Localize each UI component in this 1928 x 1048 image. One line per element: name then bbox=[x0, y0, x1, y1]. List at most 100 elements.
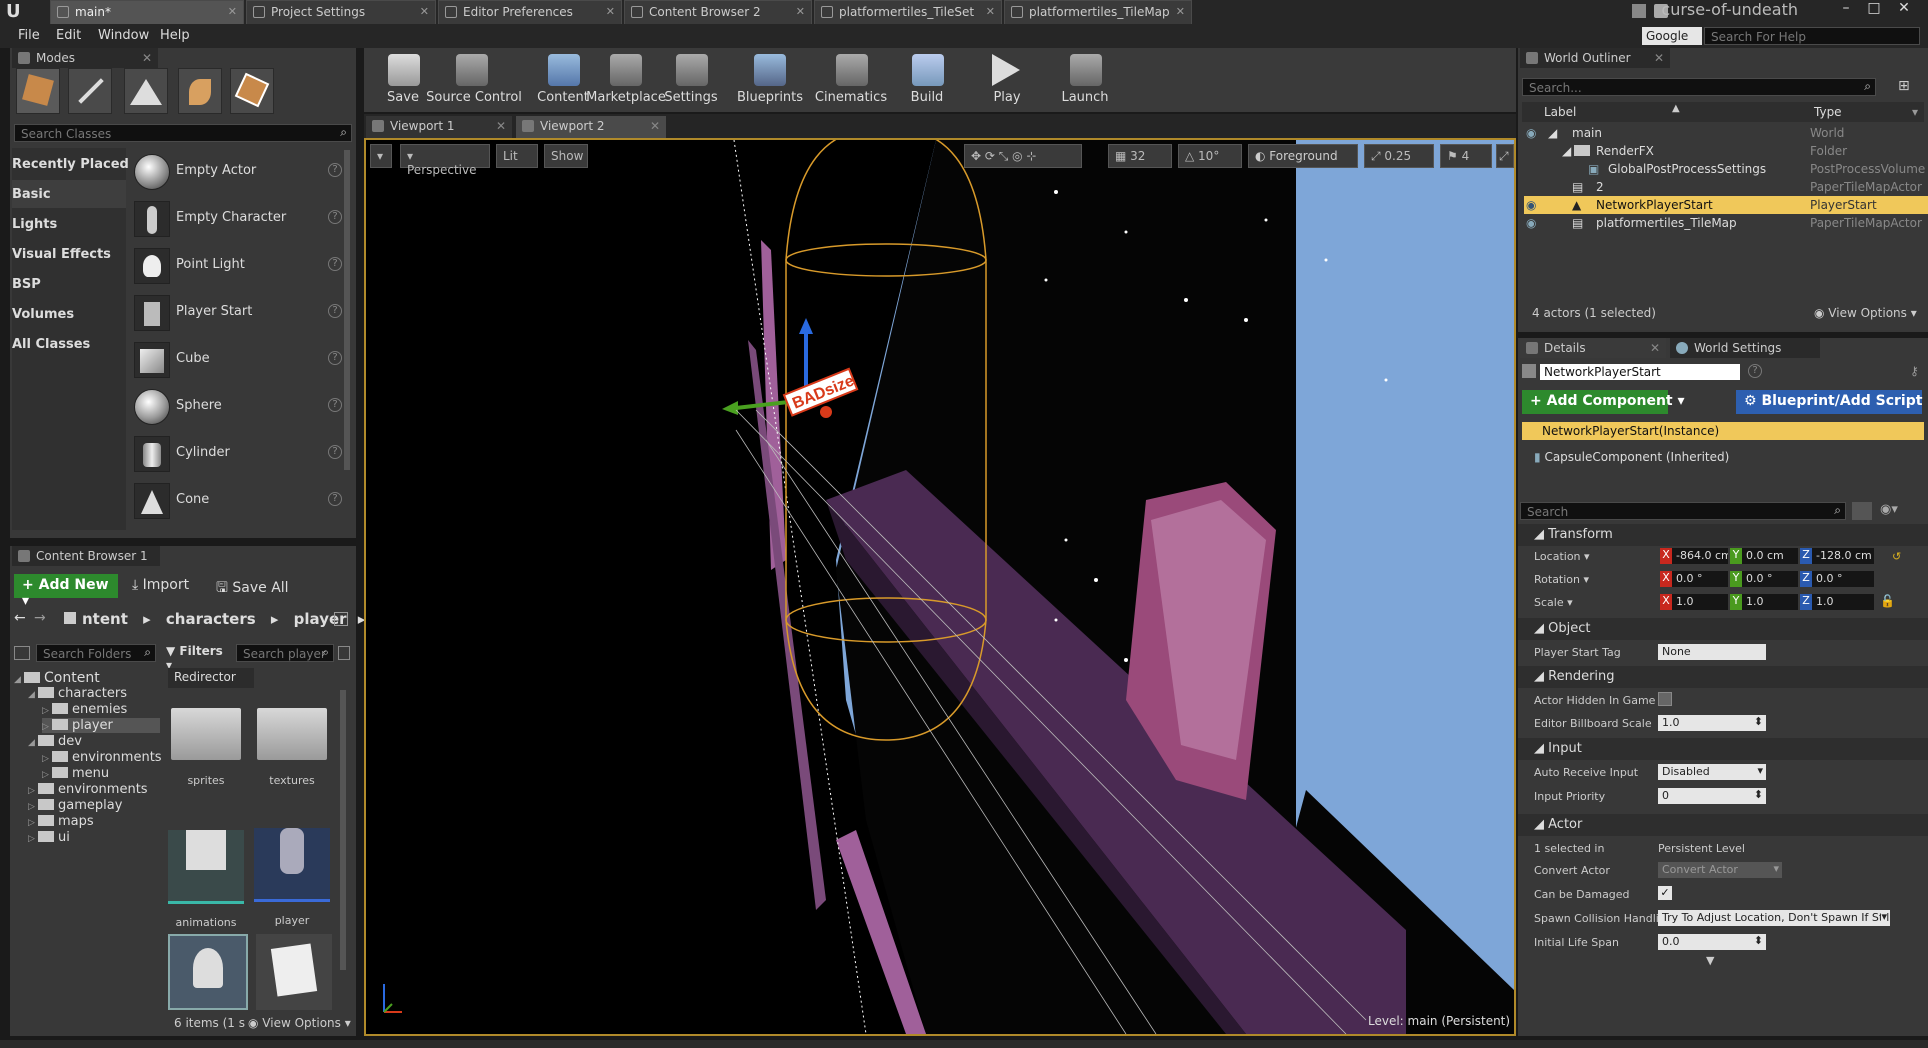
asset-search-input[interactable]: Search player ⌕ bbox=[236, 644, 334, 662]
section-rendering[interactable]: ◢ Rendering bbox=[1518, 666, 1928, 688]
save-search-icon[interactable] bbox=[338, 646, 350, 660]
menu-edit[interactable]: Edit bbox=[56, 28, 81, 43]
tree-folder-maps[interactable]: ▷ maps bbox=[28, 814, 160, 829]
outliner-row-tilemap[interactable]: ◉ ▤ platformertiles_TileMap PaperTileMapAct… bbox=[1524, 214, 1928, 232]
search-classes-input[interactable]: Search Classes ⌕ bbox=[14, 124, 352, 142]
maximize-icon[interactable]: □ bbox=[1862, 0, 1886, 20]
advanced-expand-icon[interactable]: ▼ bbox=[1706, 954, 1714, 967]
viewport-options-button[interactable]: ▾ bbox=[370, 144, 392, 168]
asset-selected-thumbnail-icon[interactable] bbox=[168, 934, 248, 1010]
gizmo-z-arrow[interactable] bbox=[799, 318, 813, 334]
expand-arrow-icon[interactable]: ◢ bbox=[28, 738, 38, 748]
outliner-row-2[interactable]: ▤ 2 PaperTileMapActor bbox=[1524, 178, 1928, 196]
tab-world-settings[interactable]: World Settings bbox=[1670, 338, 1820, 358]
tab-editor-preferences[interactable]: Editor Preferences ✕ bbox=[438, 0, 622, 24]
visibility-eye-icon[interactable]: ◉ bbox=[1526, 126, 1536, 140]
close-icon[interactable]: ✕ bbox=[1176, 5, 1185, 18]
tab-content-browser-2[interactable]: Content Browser 2 ✕ bbox=[624, 0, 812, 24]
close-icon[interactable]: ✕ bbox=[650, 119, 660, 133]
category-all-classes[interactable]: All Classes bbox=[12, 337, 90, 352]
toolbar-settings[interactable]: Settings bbox=[654, 52, 728, 110]
asset-animations[interactable]: animations bbox=[168, 816, 244, 929]
scale-snap-button[interactable]: ⤢ 0.25 bbox=[1364, 144, 1434, 168]
help-icon[interactable]: ? bbox=[328, 351, 342, 365]
gizmo-origin[interactable] bbox=[820, 406, 832, 418]
blueprint-add-script-button[interactable]: ⚙ Blueprint/Add Script bbox=[1736, 390, 1922, 414]
breadcrumb-characters[interactable]: characters bbox=[166, 610, 256, 628]
convert-actor-dropdown[interactable]: Convert Actor ▾ bbox=[1658, 862, 1782, 878]
tree-folder-dev[interactable]: ◢ dev bbox=[28, 734, 160, 749]
search-folders-input[interactable]: Search Folders ⌕ bbox=[36, 644, 156, 662]
class-point-light[interactable]: Point Light? bbox=[130, 244, 346, 288]
menu-window[interactable]: Window bbox=[98, 28, 149, 43]
close-icon[interactable]: ✕ bbox=[606, 5, 615, 18]
expand-arrow-icon[interactable]: ▷ bbox=[42, 770, 52, 780]
outliner-search-input[interactable]: Search... ⌕ bbox=[1522, 78, 1876, 96]
tab-tileset[interactable]: platformertiles_TileSet ✕ bbox=[814, 0, 1002, 24]
expand-arrow-icon[interactable]: ◢ bbox=[28, 690, 38, 700]
help-icon[interactable]: ? bbox=[328, 163, 342, 177]
scale-z-field[interactable]: 1.0 bbox=[1812, 594, 1874, 610]
section-object[interactable]: ◢ Object bbox=[1518, 618, 1928, 640]
section-transform[interactable]: ◢ Transform bbox=[1518, 524, 1928, 546]
help-icon[interactable]: ? bbox=[328, 492, 342, 506]
camera-speed-button[interactable]: ⚑ 4 bbox=[1440, 144, 1492, 168]
menu-file[interactable]: File bbox=[18, 28, 40, 43]
tab-details[interactable]: Details ✕ bbox=[1520, 338, 1666, 358]
class-player-start[interactable]: Player Start? bbox=[130, 291, 346, 335]
add-folder-icon[interactable]: ⊞ bbox=[1898, 78, 1916, 96]
outliner-row-postprocess[interactable]: ▣ GlobalPostProcessSettings PostProcessVol… bbox=[1524, 160, 1928, 178]
help-icon[interactable]: ? bbox=[328, 445, 342, 459]
close-window-icon[interactable]: ✕ bbox=[1892, 0, 1916, 20]
help-icon[interactable]: ? bbox=[1748, 364, 1762, 378]
close-icon[interactable]: ✕ bbox=[228, 5, 237, 18]
help-icon[interactable]: ? bbox=[328, 210, 342, 224]
hidden-in-game-checkbox[interactable] bbox=[1658, 692, 1672, 706]
paint-mode-icon[interactable] bbox=[68, 68, 112, 114]
expand-arrow-icon[interactable]: ▷ bbox=[42, 722, 52, 732]
close-icon[interactable]: ✕ bbox=[142, 51, 152, 65]
rotation-z-field[interactable]: 0.0 ° bbox=[1812, 571, 1874, 587]
tree-folder-environments[interactable]: ▷ environments bbox=[28, 782, 160, 797]
transform-tools[interactable]: ✥ ⟳ ⤡ ◎ ⊹ bbox=[964, 144, 1082, 168]
scale-x-field[interactable]: 1.0 bbox=[1672, 594, 1728, 610]
actor-name-field[interactable]: NetworkPlayerStart bbox=[1540, 364, 1740, 380]
auto-receive-input-dropdown[interactable]: Disabled ▾ bbox=[1658, 764, 1766, 780]
location-label[interactable]: Location ▾ bbox=[1534, 550, 1590, 563]
maximize-viewport-icon[interactable]: ⤢ bbox=[1496, 144, 1514, 168]
details-search-input[interactable]: Search ⌕ bbox=[1520, 502, 1846, 520]
gizmo-y-arrow[interactable] bbox=[722, 401, 738, 415]
expand-arrow-icon[interactable]: ◢ bbox=[14, 675, 24, 685]
tree-folder-Content[interactable]: ◢ Content bbox=[14, 670, 160, 686]
expand-arrow-icon[interactable]: ▷ bbox=[28, 802, 38, 812]
section-actor[interactable]: ◢ Actor bbox=[1518, 814, 1928, 836]
billboard-scale-field[interactable]: 1.0 ⬍ bbox=[1658, 715, 1766, 731]
add-new-button[interactable]: + Add New ▾ bbox=[14, 574, 118, 609]
class-cone[interactable]: Cone? bbox=[130, 479, 346, 523]
asset-datatable-thumbnail-icon[interactable] bbox=[256, 934, 332, 1010]
tab-viewport-1[interactable]: Viewport 1 ✕ bbox=[366, 116, 512, 138]
close-icon[interactable]: ✕ bbox=[986, 5, 995, 18]
visibility-eye-icon[interactable]: ◉ bbox=[1526, 198, 1536, 212]
layer-dropdown[interactable]: ◐ Foreground bbox=[1248, 144, 1358, 168]
class-empty-character[interactable]: Empty Character? bbox=[130, 197, 346, 241]
outliner-row-networkplayerstart[interactable]: ◉ ▲ NetworkPlayerStart PlayerStart bbox=[1524, 196, 1928, 214]
forward-icon[interactable]: → bbox=[34, 610, 46, 626]
scale-lock-icon[interactable]: 🔓 bbox=[1880, 594, 1895, 608]
toolbar-source-control[interactable]: Source Control bbox=[424, 52, 524, 110]
section-input[interactable]: ◢ Input bbox=[1518, 738, 1928, 760]
help-icon[interactable]: ? bbox=[328, 398, 342, 412]
outliner-row-main[interactable]: ◉ ◢ main World bbox=[1524, 124, 1928, 142]
visibility-eye-icon[interactable]: ◉ bbox=[1526, 216, 1536, 230]
outliner-view-options[interactable]: ◉ View Options ▾ bbox=[1814, 306, 1917, 320]
content-browser-tab[interactable]: Content Browser 1 bbox=[12, 546, 160, 566]
foliage-mode-icon[interactable] bbox=[178, 68, 222, 114]
expand-arrow-icon[interactable]: ▷ bbox=[28, 818, 38, 828]
column-label-header[interactable]: Label bbox=[1544, 105, 1576, 119]
close-icon[interactable]: ✕ bbox=[796, 5, 805, 18]
help-icon[interactable]: ? bbox=[328, 304, 342, 318]
player-start-tag-field[interactable]: None bbox=[1658, 644, 1766, 660]
category-basic[interactable]: Basic bbox=[12, 187, 51, 202]
back-icon[interactable]: ← bbox=[14, 610, 26, 626]
category-visual-effects[interactable]: Visual Effects bbox=[12, 247, 111, 262]
